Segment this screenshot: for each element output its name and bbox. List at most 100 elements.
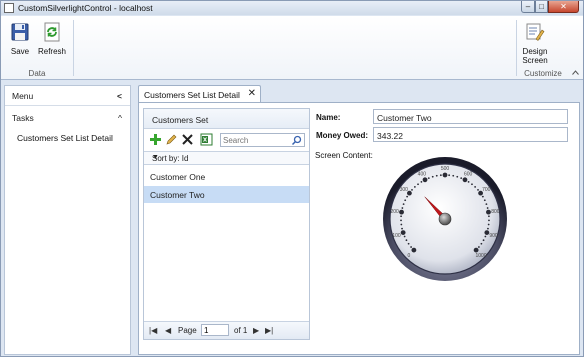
gauge-major-tick [400, 230, 406, 235]
gauge-minor-tick [467, 180, 470, 183]
add-icon[interactable] [149, 133, 162, 146]
data-group-label: Data [28, 69, 46, 78]
gauge-minor-tick [401, 227, 403, 230]
gauge-control: 0 100 200 300 400 500 600 700 800 900 1000 [383, 157, 507, 281]
minimize-button[interactable]: – [521, 1, 535, 13]
tasks-toggle-icon[interactable]: ^ [118, 113, 122, 123]
gauge-major-tick [422, 177, 428, 183]
gauge-major-tick [486, 209, 491, 215]
gauge-minor-tick [487, 223, 490, 226]
save-icon [11, 23, 29, 41]
name-label: Name: [316, 113, 341, 122]
list-item-label: Customer Two [150, 190, 205, 200]
gauge-minor-tick [417, 183, 419, 186]
ribbon: Save Refresh Data Design Screen Customiz… [1, 16, 583, 80]
gauge-tick-label: 400 [418, 172, 427, 178]
gauge-minor-tick [480, 242, 483, 245]
money-owed-field[interactable]: 343.22 [373, 127, 568, 142]
tab-customers-set-list-detail[interactable]: Customers Set List Detail ✕ [138, 85, 261, 103]
gauge-minor-tick [413, 186, 416, 188]
tab-close-icon[interactable]: ✕ [248, 88, 256, 99]
gauge-tick-label: 1000 [475, 253, 486, 259]
gauge-minor-tick [452, 174, 455, 177]
search-icon[interactable] [291, 135, 302, 146]
group-separator [516, 20, 517, 76]
gauge-minor-tick [411, 189, 413, 191]
gauge-minor-tick [474, 186, 477, 188]
list-toolbar [144, 130, 309, 150]
edit-icon[interactable] [165, 133, 178, 146]
first-page-button[interactable]: |◀ [149, 326, 157, 335]
tab-label: Customers Set List Detail [144, 90, 240, 100]
name-value: Customer Two [377, 113, 432, 123]
gauge-tick-label: 200 [390, 209, 399, 215]
app-icon [4, 3, 14, 13]
last-page-button[interactable]: ▶| [265, 326, 273, 335]
previous-page-button[interactable]: ◀ [165, 326, 171, 335]
next-page-button[interactable]: ▶ [253, 326, 259, 335]
save-button[interactable]: Save [7, 22, 33, 56]
window-title: CustomSilverlightControl - localhost [18, 3, 153, 13]
sort-dropdown[interactable]: Sort by: Id ▼ [144, 151, 309, 165]
gauge-minor-tick [402, 203, 405, 205]
maximize-button[interactable]: □ [535, 1, 548, 13]
gauge-minor-tick [435, 174, 438, 177]
app-window: CustomSilverlightControl - localhost – □… [0, 0, 584, 357]
ribbon-collapse-icon[interactable] [572, 70, 579, 77]
refresh-label: Refresh [37, 47, 66, 56]
gauge-minor-tick [478, 246, 480, 248]
gauge-tick-label: 500 [441, 166, 450, 172]
list-item[interactable]: Customer One [144, 168, 309, 185]
menu-collapse-icon[interactable]: < [117, 91, 122, 101]
navigation-menu: Menu < Tasks ^ Customers Set List Detail [4, 85, 131, 355]
name-field[interactable]: Customer Two [373, 109, 568, 124]
list-title-bar: Customers Set [144, 109, 309, 129]
gauge-minor-tick [420, 180, 423, 183]
gauge-tick-label: 800 [491, 209, 500, 215]
list-title: Customers Set [152, 115, 209, 125]
design-screen-button[interactable]: Design Screen [519, 22, 551, 65]
menu-header: Menu < [5, 86, 130, 106]
gauge-tick-label: 700 [482, 187, 491, 193]
gauge-minor-tick [484, 235, 487, 238]
menu-title: Menu [12, 91, 34, 101]
gauge-tick-label: 0 [408, 253, 411, 259]
export-excel-icon[interactable] [200, 133, 213, 146]
screen-label: Screen [522, 56, 548, 65]
search-box[interactable] [220, 133, 305, 147]
page-number-input[interactable] [201, 324, 229, 336]
close-window-button[interactable]: ✕ [548, 1, 579, 13]
delete-icon[interactable] [181, 133, 194, 146]
refresh-button[interactable]: Refresh [37, 22, 67, 56]
refresh-icon [44, 22, 60, 42]
gauge-minor-tick [482, 239, 485, 242]
list-item-selected[interactable]: Customer Two [144, 186, 309, 203]
gauge-minor-tick [400, 219, 402, 222]
page-label: Page [178, 326, 197, 335]
gauge-minor-tick [485, 203, 488, 205]
tasks-header[interactable]: Tasks ^ [5, 110, 130, 126]
gauge-minor-tick [439, 174, 442, 177]
money-owed-label: Money Owed: [316, 131, 369, 140]
gauge-minor-tick [488, 219, 490, 222]
gauge-major-tick [473, 247, 479, 253]
gauge-minor-tick [403, 235, 406, 238]
chevron-down-icon[interactable]: ▼ [152, 154, 305, 161]
search-input[interactable] [223, 135, 289, 146]
gauge-minor-tick [400, 215, 402, 218]
group-separator [73, 20, 74, 76]
gauge-minor-tick [427, 177, 430, 179]
gauge-minor-tick [481, 195, 484, 198]
task-customers-set-list-detail[interactable]: Customers Set List Detail [17, 133, 113, 143]
gauge-minor-tick [471, 183, 473, 186]
gauge-minor-tick [406, 195, 409, 198]
gauge-hub [438, 212, 452, 226]
gauge-minor-tick [400, 223, 403, 226]
gauge-minor-tick [488, 215, 490, 218]
pager: |◀ ◀ Page of 1 ▶ ▶| [144, 321, 309, 339]
gauge-minor-tick [460, 177, 463, 179]
gauge-minor-tick [404, 199, 407, 202]
tasks-title: Tasks [12, 113, 34, 123]
gauge-major-tick [442, 172, 448, 178]
gauge-tick-label: 600 [464, 172, 473, 178]
